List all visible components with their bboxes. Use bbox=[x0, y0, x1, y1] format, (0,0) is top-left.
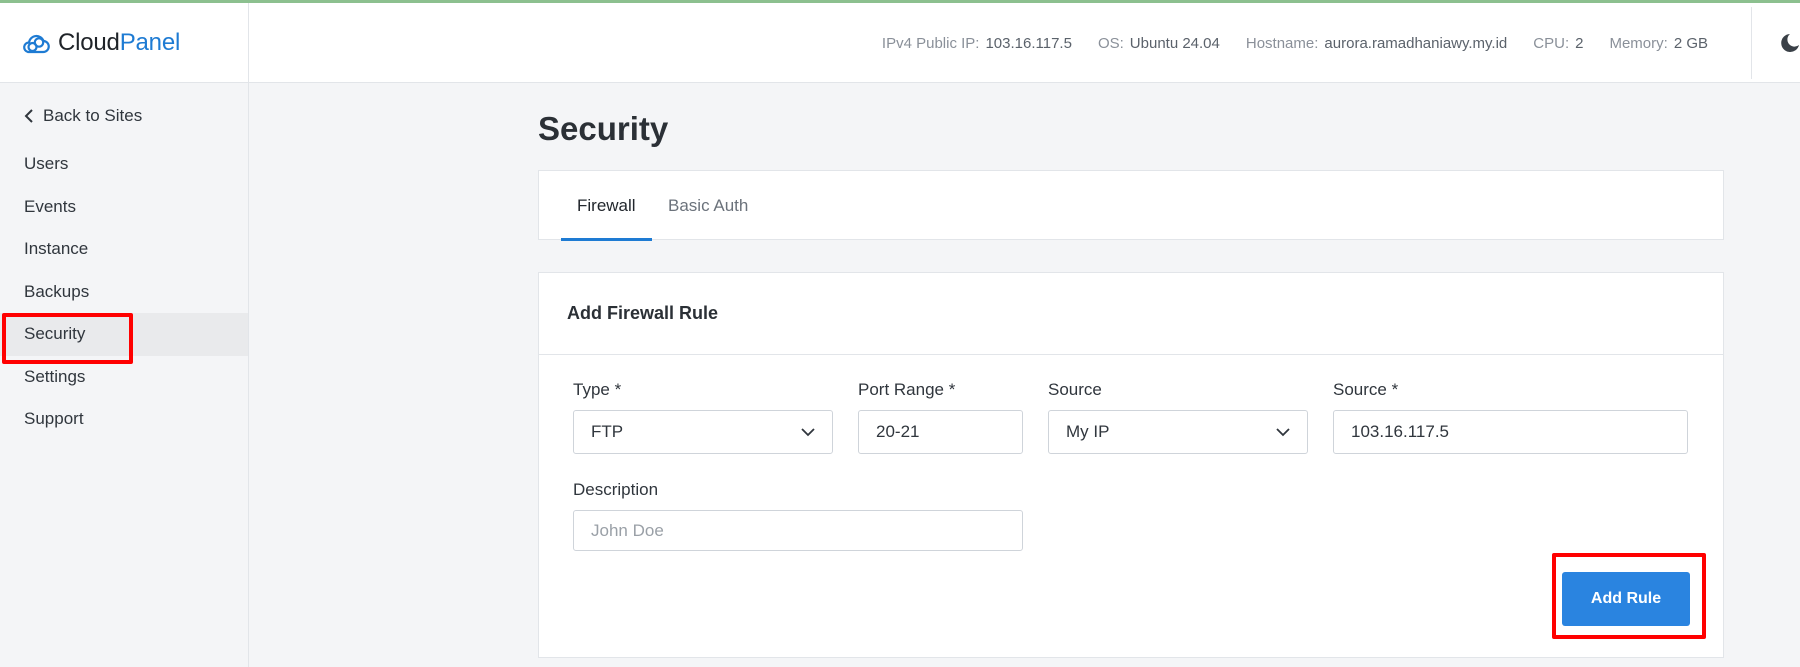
back-to-sites-link[interactable]: Back to Sites bbox=[24, 104, 142, 128]
sysinfo-label: Memory: bbox=[1609, 34, 1668, 52]
sidebar-item-security[interactable]: Security bbox=[0, 313, 248, 364]
description-input[interactable] bbox=[573, 510, 1023, 551]
description-label: Description bbox=[573, 480, 659, 499]
sidebar-item-settings[interactable]: Settings bbox=[0, 356, 248, 399]
sidebar-item-label: Users bbox=[24, 154, 69, 174]
sysinfo-value: 2 GB bbox=[1673, 34, 1708, 52]
type-label: Type * bbox=[573, 380, 622, 399]
add-rule-button[interactable]: Add Rule bbox=[1562, 572, 1690, 626]
sysinfo-os: OS: Ubuntu 24.04 bbox=[1098, 35, 1220, 52]
header: CloudPanel IPv4 Public IP: 103.16.117.5 O… bbox=[0, 3, 1800, 83]
sidebar-item-support[interactable]: Support bbox=[0, 398, 248, 441]
chevron-down-icon bbox=[801, 427, 815, 436]
sysinfo-label: IPv4 Public IP: bbox=[881, 34, 980, 52]
chevron-down-icon bbox=[1276, 427, 1290, 436]
port-range-label: Port Range * bbox=[858, 380, 956, 399]
sysinfo-value: Ubuntu 24.04 bbox=[1129, 34, 1220, 52]
brand-logo[interactable]: CloudPanel bbox=[0, 3, 249, 83]
add-firewall-rule-card: Add Firewall Rule bbox=[538, 272, 1724, 658]
sidebar-item-backups[interactable]: Backups bbox=[0, 271, 248, 314]
sidebar-item-instance[interactable]: Instance bbox=[0, 228, 248, 271]
sidebar-item-label: Security bbox=[24, 324, 86, 344]
page-title: Security bbox=[538, 110, 669, 147]
chevron-left-icon bbox=[24, 109, 33, 123]
sidebar-item-events[interactable]: Events bbox=[0, 186, 248, 229]
sysinfo-label: CPU: bbox=[1533, 34, 1570, 52]
type-select[interactable]: FTP bbox=[573, 410, 833, 454]
sidebar-item-label: Events bbox=[24, 196, 76, 216]
sysinfo-value: aurora.ramadhaniawy.my.id bbox=[1324, 34, 1508, 52]
card-title: Add Firewall Rule bbox=[567, 303, 719, 323]
sysinfo-label: OS: bbox=[1097, 34, 1124, 52]
source-select-value: My IP bbox=[1066, 422, 1110, 441]
sysinfo-cpu: CPU: 2 bbox=[1533, 35, 1583, 52]
sidebar-item-label: Instance bbox=[24, 239, 89, 259]
source-input[interactable] bbox=[1333, 410, 1688, 454]
port-range-input[interactable] bbox=[858, 410, 1023, 454]
sysinfo-ipv4: IPv4 Public IP: 103.16.117.5 bbox=[882, 35, 1072, 52]
sidebar: Back to Sites Users Events Instance Back… bbox=[0, 83, 249, 667]
card-header: Add Firewall Rule bbox=[539, 273, 1723, 355]
sidebar-item-label: Backups bbox=[24, 281, 90, 301]
brand-name-part2: Panel bbox=[119, 29, 181, 56]
sidebar-item-users[interactable]: Users bbox=[0, 143, 248, 186]
sidebar-nav: Users Events Instance Backups Security S… bbox=[0, 143, 248, 441]
cloud-logo-icon bbox=[23, 34, 50, 54]
type-select-value: FTP bbox=[591, 422, 624, 441]
brand-name: CloudPanel bbox=[58, 29, 180, 57]
source-input-label: Source * bbox=[1333, 380, 1399, 399]
system-info: IPv4 Public IP: 103.16.117.5 OS: Ubuntu 24… bbox=[856, 3, 1708, 83]
tab-basic-auth[interactable]: Basic Auth bbox=[652, 171, 764, 240]
sidebar-item-label: Support bbox=[24, 409, 84, 429]
source-select-label: Source bbox=[1048, 380, 1102, 399]
source-select[interactable]: My IP bbox=[1048, 410, 1308, 454]
sysinfo-value: 103.16.117.5 bbox=[985, 34, 1072, 52]
sidebar-item-label: Settings bbox=[24, 366, 86, 386]
back-to-sites-label: Back to Sites bbox=[43, 106, 143, 125]
sysinfo-hostname: Hostname: aurora.ramadhaniawy.my.id bbox=[1246, 35, 1507, 52]
header-divider bbox=[1751, 7, 1752, 79]
moon-icon[interactable] bbox=[1776, 31, 1800, 55]
sysinfo-memory: Memory: 2 GB bbox=[1609, 35, 1708, 52]
sysinfo-label: Hostname: bbox=[1245, 34, 1319, 52]
sysinfo-value: 2 bbox=[1575, 34, 1584, 52]
tab-firewall[interactable]: Firewall bbox=[561, 171, 652, 241]
brand-name-part1: Cloud bbox=[58, 29, 120, 56]
tabs-bar: Firewall Basic Auth bbox=[538, 170, 1724, 241]
